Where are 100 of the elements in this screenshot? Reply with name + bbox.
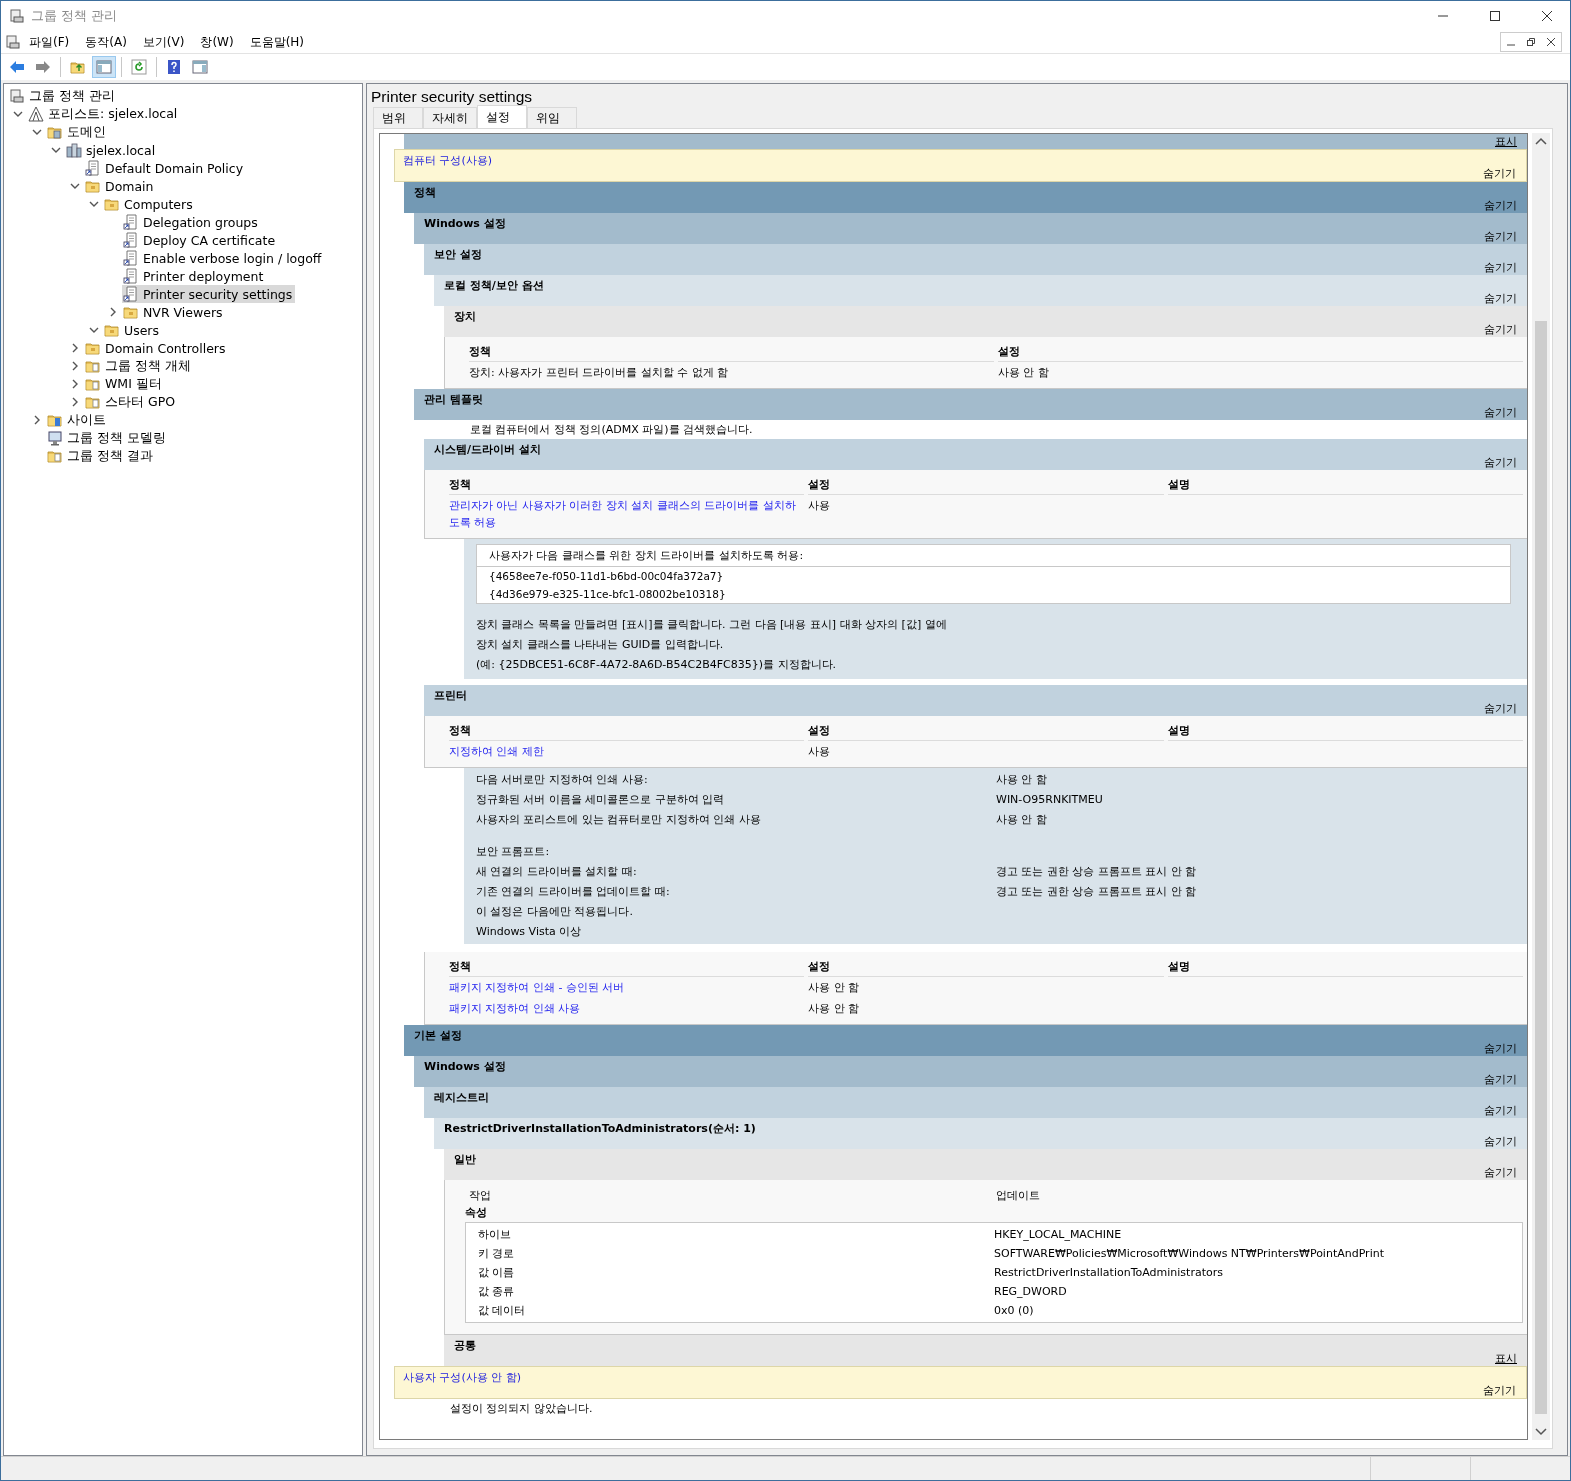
tree-item[interactable]: 사이트: [46, 411, 109, 429]
section-toggle-link[interactable]: 숨기기: [1484, 322, 1517, 337]
chevron-down-icon[interactable]: [50, 145, 61, 155]
tree-item[interactable]: 그룹 정책 관리: [8, 87, 118, 105]
tree-item[interactable]: 포리스트: sjelex.local: [27, 105, 181, 123]
table-cell-text: 사용 안 함: [808, 1001, 861, 1017]
tree-item[interactable]: Printer security settings: [122, 285, 296, 303]
document-icon: [123, 232, 139, 248]
tree-item[interactable]: Domain Controllers: [84, 339, 229, 357]
menu-item[interactable]: 파일(F): [21, 31, 78, 53]
tree-item[interactable]: Domain: [84, 177, 157, 195]
column-header: 정책: [469, 341, 994, 362]
refresh-icon: [131, 59, 147, 75]
scrollbar[interactable]: [1532, 133, 1550, 1440]
description-text: (예: {25DBCE51-6C8F-4A72-8A6D-B54C2B4FC835})를 지정합니다.: [476, 657, 837, 673]
tab[interactable]: 범위: [373, 107, 423, 128]
property-name: 값 이름: [478, 1265, 516, 1281]
section-toggle-link[interactable]: 숨기기: [1484, 1041, 1517, 1056]
folder-icon: [104, 322, 120, 338]
option-label: 기존 연결의 드라이버를 업데이트할 때:: [476, 884, 671, 900]
document-icon: [123, 250, 139, 266]
section-toggle-link[interactable]: 숨기기: [1484, 260, 1517, 275]
section-toggle-link[interactable]: 표시: [1495, 1351, 1517, 1366]
column-header: 설명: [1167, 720, 1523, 741]
tree-item[interactable]: Users: [103, 321, 162, 339]
tree-item[interactable]: 스타터 GPO: [84, 393, 179, 411]
tab[interactable]: 위임: [527, 107, 577, 128]
table-cell-text: 장치: 사용자가 프린터 드라이버를 설치할 수 없게 함: [469, 365, 730, 381]
option-value: 경고 또는 권한 상승 프롬프트 표시 안 함: [996, 864, 1198, 880]
option-label: 이 설정은 다음에만 적용됩니다.: [476, 904, 634, 920]
chevron-down-icon[interactable]: [69, 181, 80, 191]
tab[interactable]: 설정: [477, 105, 527, 128]
tree-item[interactable]: 그룹 정책 결과: [46, 447, 156, 465]
computer-icon: [47, 430, 63, 446]
section-title: 컴퓨터 구성(사용): [403, 153, 494, 168]
close-icon: [1547, 38, 1555, 46]
tree-item[interactable]: WMI 필터: [84, 375, 165, 393]
tree-item[interactable]: 도메인: [46, 123, 109, 141]
section-toggle-link[interactable]: 표시: [1495, 134, 1517, 149]
document-icon: [123, 268, 139, 284]
section-toggle-link[interactable]: 숨기기: [1484, 405, 1517, 420]
option-label: 사용자의 포리스트에 있는 컴퓨터로만 지정하여 인쇄 사용: [476, 812, 762, 828]
chevron-down-icon[interactable]: [88, 199, 99, 209]
section-title: 사용자 구성(사용 안 함): [403, 1370, 523, 1385]
tree-item[interactable]: Delegation groups: [122, 213, 261, 231]
tree-item[interactable]: Default Domain Policy: [84, 159, 247, 177]
tree-item[interactable]: Enable verbose login / logoff: [122, 249, 325, 267]
field-label: 작업: [469, 1188, 492, 1204]
list-item: {4658ee7e-f050-11d1-b6bd-00c04fa372a7}: [488, 569, 725, 584]
section-title: 시스템/드라이버 설치: [434, 442, 542, 457]
menu-item[interactable]: 창(W): [192, 31, 242, 53]
section-toggle-link[interactable]: 숨기기: [1484, 198, 1517, 213]
menu-item[interactable]: 보기(V): [134, 31, 193, 53]
column-header: 정책: [449, 956, 805, 977]
column-header: 설명: [1167, 956, 1523, 977]
menu-item[interactable]: 동작(A): [77, 31, 135, 53]
folder-icon: [47, 448, 63, 464]
tree-item[interactable]: NVR Viewers: [122, 303, 226, 321]
property-value: 0x0 (0): [994, 1303, 1035, 1319]
folder-icon: [85, 340, 101, 356]
chevron-down-icon[interactable]: [31, 127, 42, 137]
option-label: 정규화된 서버 이름을 세미콜론으로 구분하여 입력: [476, 792, 726, 808]
section-toggle-link[interactable]: 숨기기: [1483, 166, 1516, 181]
folder-icon: [85, 178, 101, 194]
section-toggle-link[interactable]: 숨기기: [1484, 1072, 1517, 1087]
policy-link[interactable]: 패키지 지정하여 인쇄 사용: [449, 998, 805, 1019]
tree-item[interactable]: 그룹 정책 개체: [84, 357, 194, 375]
tree-item[interactable]: sjelex.local: [65, 141, 159, 159]
tree-item[interactable]: Printer deployment: [122, 267, 267, 285]
tab[interactable]: 자세히: [423, 107, 477, 128]
section-toggle-link[interactable]: 숨기기: [1484, 1103, 1517, 1118]
tree-item[interactable]: Deploy CA certificate: [122, 231, 279, 249]
menu-item[interactable]: 도움말(H): [241, 31, 313, 53]
section-title: 로컬 정책/보안 옵션: [444, 278, 545, 293]
section-toggle-link[interactable]: 숨기기: [1484, 701, 1517, 716]
folder-icon: [123, 304, 139, 320]
chevron-down-icon[interactable]: [12, 109, 23, 119]
chevron-down-icon[interactable]: [88, 325, 99, 335]
folder-icon: [85, 358, 101, 374]
tree-item[interactable]: Computers: [103, 195, 196, 213]
list-item: {4d36e979-e325-11ce-bfc1-08002be10318}: [488, 587, 727, 602]
section-toggle-link[interactable]: 숨기기: [1484, 455, 1517, 470]
section-toggle-link[interactable]: 숨기기: [1484, 229, 1517, 244]
property-name: 하이브: [478, 1227, 512, 1243]
section-toggle-link[interactable]: 숨기기: [1483, 1383, 1516, 1398]
column-header: 설정: [808, 720, 1164, 741]
forward-arrow-icon: [35, 59, 51, 75]
tree-item[interactable]: 그룹 정책 모델링: [46, 429, 169, 447]
section-toggle-link[interactable]: 숨기기: [1484, 291, 1517, 306]
policy-link[interactable]: 관리자가 아닌 사용자가 이러한 장치 설치 클래스의 드라이버를 설치하도록 허용: [449, 495, 805, 533]
scroll-thumb[interactable]: [1535, 321, 1547, 1414]
property-value: RestrictDriverInstallationToAdministrators: [994, 1265, 1224, 1281]
property-name: 값 데이터: [478, 1303, 527, 1319]
description-text: 장치 설치 클래스를 나타내는 GUID를 입력합니다.: [476, 637, 725, 653]
section-toggle-link[interactable]: 숨기기: [1484, 1134, 1517, 1149]
policy-link[interactable]: 지정하여 인쇄 제한: [449, 741, 805, 762]
property-name: 값 종류: [478, 1284, 516, 1300]
policy-link[interactable]: 패키지 지정하여 인쇄 - 승인된 서버: [449, 977, 805, 998]
section-toggle-link[interactable]: 숨기기: [1484, 1165, 1517, 1180]
help-icon: [166, 59, 182, 75]
